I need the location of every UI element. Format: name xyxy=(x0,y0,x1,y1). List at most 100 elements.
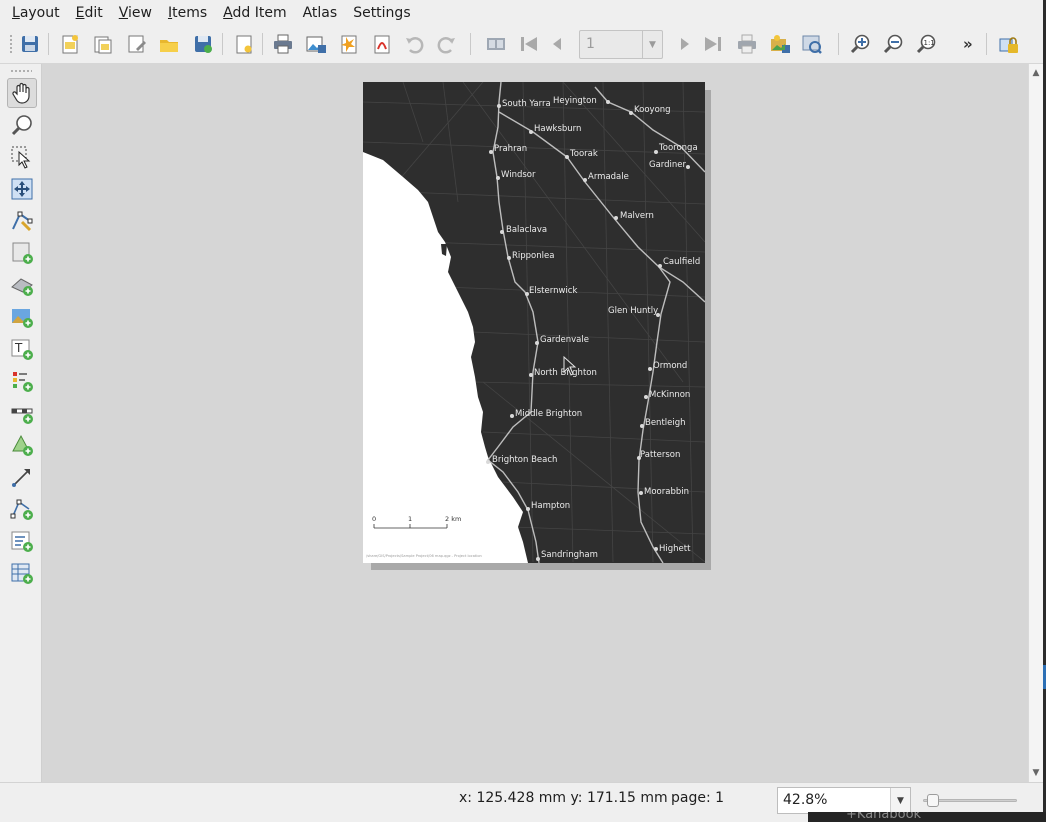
station-label: Tooronga xyxy=(658,143,698,153)
page-indicator: page: 1 xyxy=(671,790,725,806)
menu-items[interactable]: Items xyxy=(160,0,215,26)
zoom-slider-handle[interactable] xyxy=(927,794,940,807)
layout-manager-icon xyxy=(128,35,146,53)
add-scalebar-tool-button[interactable] xyxy=(7,398,37,428)
menu-add-item[interactable]: Add Item xyxy=(215,0,294,26)
atlas-previous-button[interactable] xyxy=(549,31,575,57)
zoom-combobox[interactable]: 42.8% ▼ xyxy=(777,787,911,814)
add-nodes-tool-button[interactable] xyxy=(7,494,37,524)
add-label-tool-button[interactable]: T xyxy=(7,334,37,364)
atlas-settings-icon xyxy=(802,35,822,54)
add-attribute-table-tool-button[interactable] xyxy=(7,558,37,588)
add-legend-tool-button[interactable] xyxy=(7,366,37,396)
undo-icon xyxy=(406,37,424,54)
atlas-export-image-icon xyxy=(771,35,790,53)
vertical-scrollbar[interactable]: ▲ ▼ xyxy=(1028,64,1043,782)
redo-button[interactable] xyxy=(434,31,460,57)
atlas-print-button[interactable] xyxy=(734,31,760,57)
cursor-coordinates: x: 125.428 mm y: 171.15 mm xyxy=(459,790,668,806)
atlas-next-button[interactable] xyxy=(667,31,693,57)
add-shape-tool-button[interactable] xyxy=(7,430,37,460)
zoom-out-button[interactable] xyxy=(881,31,907,57)
add-shape-icon xyxy=(12,434,33,456)
zoom-tool-icon xyxy=(11,115,32,136)
add-picture-tool-button[interactable] xyxy=(7,302,37,332)
menu-settings[interactable]: Settings xyxy=(345,0,418,26)
layout-page[interactable]: South Yarra Heyington Kooyong Hawksburn … xyxy=(363,82,705,563)
atlas-previous-icon xyxy=(553,38,569,50)
zoom-tool-button[interactable] xyxy=(7,110,37,140)
export-svg-icon xyxy=(341,35,357,54)
station-label: Gardiner xyxy=(649,160,687,170)
scroll-up-icon[interactable]: ▲ xyxy=(1029,66,1043,80)
add-attribute-table-icon xyxy=(11,563,33,584)
atlas-export-image-button[interactable] xyxy=(767,31,793,57)
menu-layout[interactable]: Layout xyxy=(4,0,68,26)
scalebar-tick-label: 2 km xyxy=(445,515,461,523)
atlas-last-button[interactable] xyxy=(700,31,726,57)
station-label: Ormond xyxy=(653,361,687,371)
move-content-icon xyxy=(11,178,33,200)
add-nodes-icon xyxy=(10,499,33,520)
station-label: Toorak xyxy=(569,149,598,159)
duplicate-layout-button[interactable] xyxy=(90,31,116,57)
export-pdf-icon xyxy=(374,35,390,54)
add-arrow-tool-button[interactable] xyxy=(7,462,37,492)
station-label: Heyington xyxy=(553,96,597,106)
move-content-tool-button[interactable] xyxy=(7,174,37,204)
atlas-first-button[interactable] xyxy=(516,31,542,57)
undo-button[interactable] xyxy=(401,31,427,57)
add-map-tool-button[interactable] xyxy=(7,238,37,268)
save-template-button[interactable] xyxy=(190,31,216,57)
add-legend-icon xyxy=(13,372,33,392)
open-template-button[interactable] xyxy=(156,31,182,57)
zoom-actual-button[interactable]: 1:1 xyxy=(914,31,940,57)
station-label: Sandringham xyxy=(541,550,598,560)
page-properties-button[interactable] xyxy=(231,31,257,57)
menu-edit[interactable]: Edit xyxy=(68,0,111,26)
station-label: Malvern xyxy=(620,211,654,221)
export-pdf-button[interactable] xyxy=(369,31,395,57)
atlas-last-icon xyxy=(705,37,721,51)
toolbar-overflow-button[interactable]: » xyxy=(963,35,973,53)
station-label: Brighton Beach xyxy=(492,455,557,465)
lock-button[interactable] xyxy=(996,31,1022,57)
save-button[interactable] xyxy=(17,31,43,57)
station-label: Kooyong xyxy=(634,105,671,115)
export-svg-button[interactable] xyxy=(336,31,362,57)
toolbar-grip[interactable] xyxy=(9,34,13,54)
zoom-in-button[interactable] xyxy=(848,31,874,57)
scroll-down-icon[interactable]: ▼ xyxy=(1029,766,1043,780)
atlas-page-spinbox[interactable]: 1 ▼ xyxy=(579,30,663,59)
menu-view[interactable]: View xyxy=(111,0,160,26)
zoom-slider[interactable] xyxy=(921,791,1019,809)
layout-manager-button[interactable] xyxy=(124,31,150,57)
toolbar-separator xyxy=(222,33,223,55)
svg-text:1:1: 1:1 xyxy=(924,39,935,47)
select-move-tool-button[interactable] xyxy=(7,142,37,172)
select-move-icon xyxy=(11,146,31,169)
add-3d-map-tool-button[interactable] xyxy=(7,270,37,300)
menu-atlas[interactable]: Atlas xyxy=(295,0,346,26)
atlas-first-icon xyxy=(521,37,537,51)
atlas-settings-button[interactable] xyxy=(799,31,825,57)
station-label: Ripponlea xyxy=(512,251,554,261)
add-html-icon xyxy=(11,531,33,552)
atlas-preview-button[interactable] xyxy=(483,31,509,57)
edit-nodes-tool-button[interactable] xyxy=(7,206,37,236)
zoom-actual-icon: 1:1 xyxy=(916,34,936,54)
export-image-button[interactable] xyxy=(303,31,329,57)
print-button[interactable] xyxy=(270,31,296,57)
toolbar-separator xyxy=(986,33,987,55)
toolbar-grip[interactable] xyxy=(10,69,32,73)
lock-icon xyxy=(999,37,1018,53)
add-html-tool-button[interactable] xyxy=(7,526,37,556)
map-item[interactable]: South Yarra Heyington Kooyong Hawksburn … xyxy=(363,82,705,563)
station-label: Highett xyxy=(659,544,691,554)
new-layout-button[interactable] xyxy=(57,31,83,57)
add-scalebar-icon xyxy=(11,408,33,424)
chevron-down-icon[interactable]: ▼ xyxy=(642,31,662,58)
chevron-down-icon[interactable]: ▼ xyxy=(890,788,910,813)
duplicate-layout-icon xyxy=(94,36,112,54)
pan-tool-button[interactable] xyxy=(7,78,37,108)
